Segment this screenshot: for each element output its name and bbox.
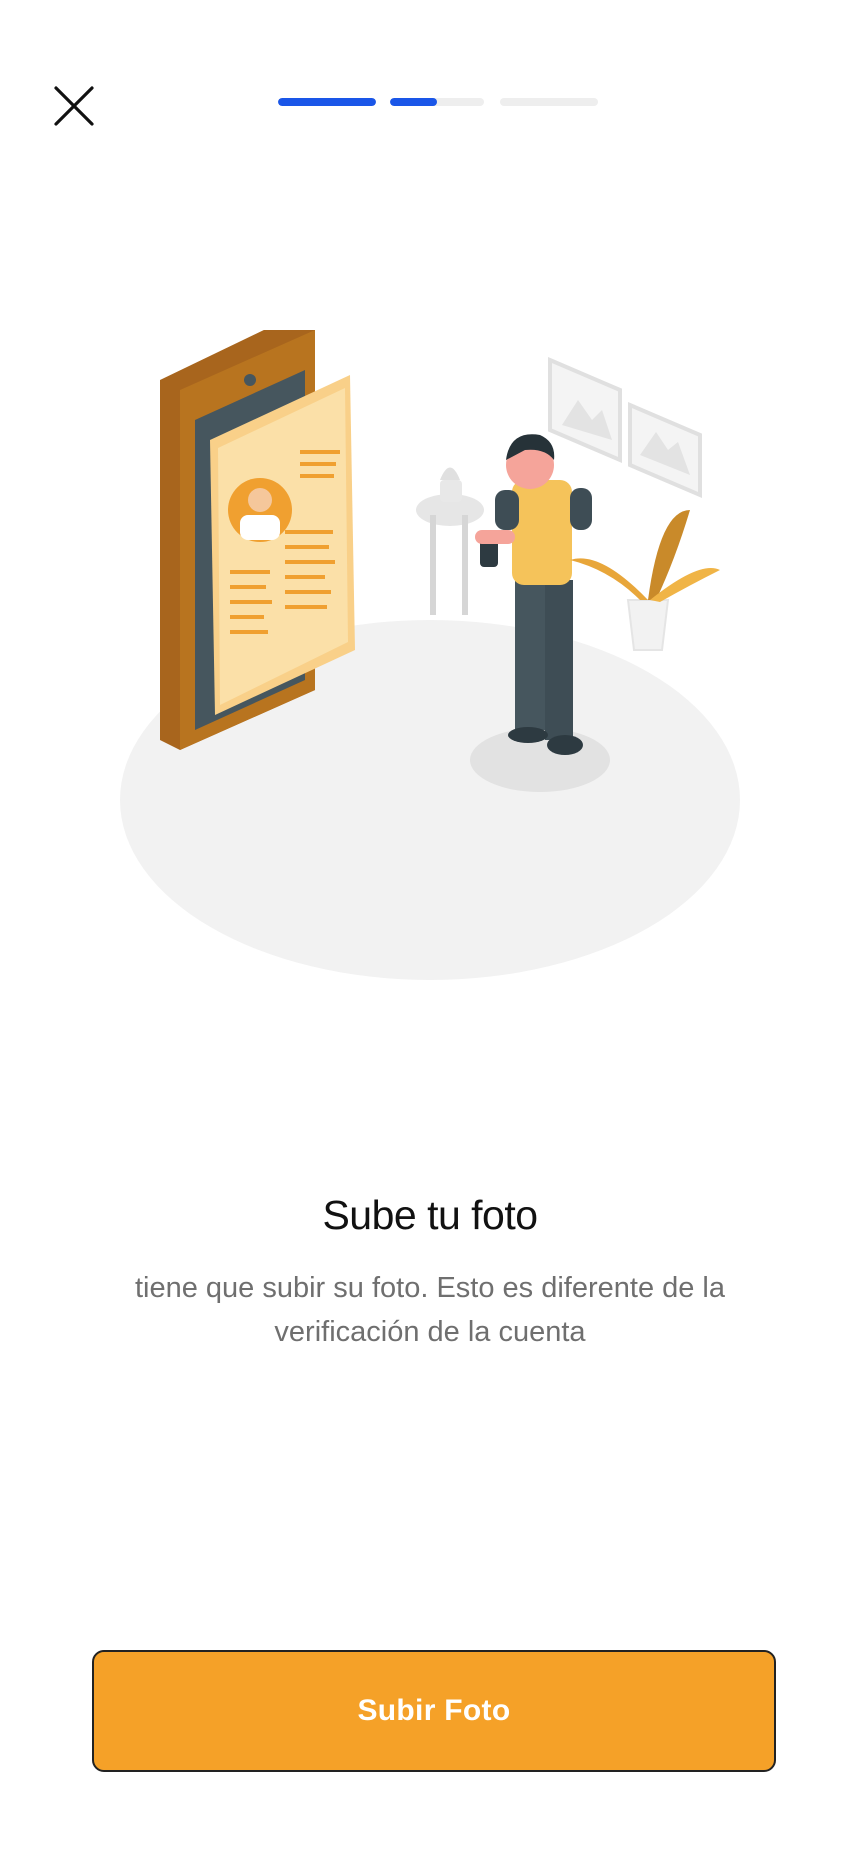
picture-frame-icon (548, 356, 622, 464)
profile-photo-illustration (100, 330, 760, 990)
step-progress (278, 98, 598, 106)
person-phone-illustration (120, 330, 740, 980)
upload-photo-button[interactable]: Subir Foto (92, 1650, 776, 1772)
plant (570, 510, 720, 651)
onboarding-screen: Sube tu foto tiene que subir su foto. Es… (0, 0, 860, 1864)
stool (416, 467, 484, 615)
page-title: Sube tu foto (322, 1192, 538, 1238)
progress-segment-3 (500, 98, 598, 106)
page-subtitle: tiene que subir su foto. Esto es diferen… (134, 1272, 726, 1348)
close-button[interactable] (50, 82, 98, 130)
progress-segment-2 (390, 98, 484, 106)
upload-photo-button-label: Subir Foto (357, 1694, 511, 1727)
close-icon (54, 86, 94, 126)
picture-frame-icon (628, 401, 702, 499)
progress-segment-1 (278, 98, 376, 106)
person (470, 434, 610, 792)
